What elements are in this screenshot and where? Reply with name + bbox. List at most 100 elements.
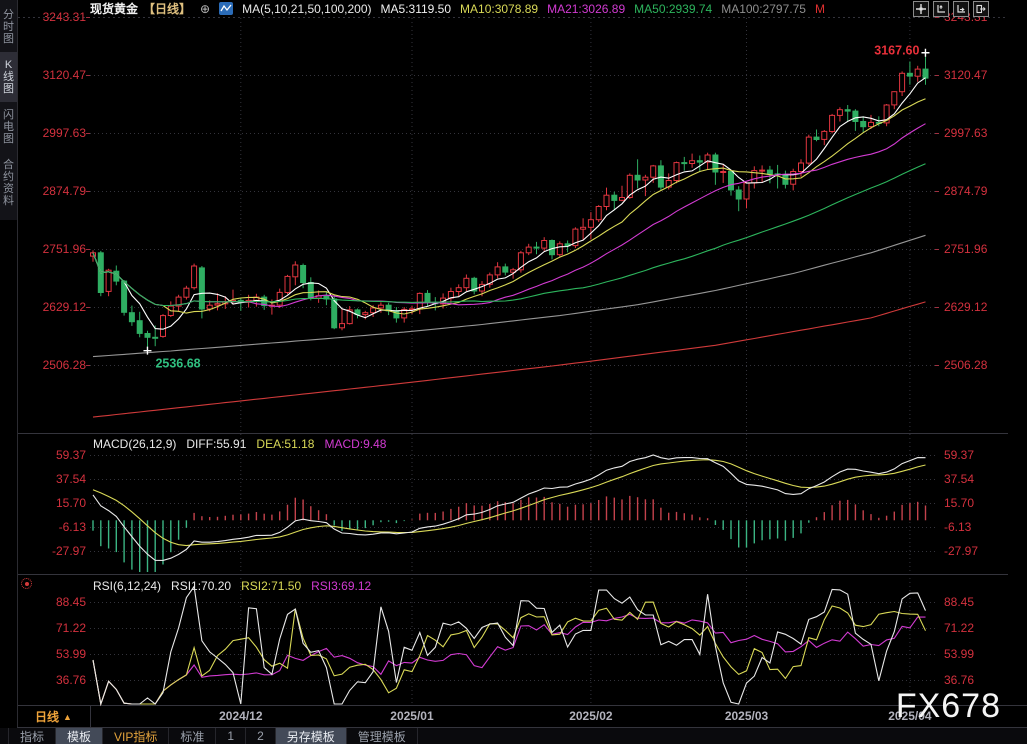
candlestick (301, 266, 306, 283)
ma-value: MA10:3078.89 (460, 2, 538, 16)
axis-tick-label: 88.45 (944, 595, 974, 609)
candlestick (503, 267, 508, 272)
collapse-pane-icon[interactable] (973, 1, 989, 17)
sidebar-item-tab[interactable]: 分时图 (0, 2, 17, 52)
sidebar-item-tab[interactable]: 合约资料 (0, 152, 17, 214)
candlestick (285, 276, 290, 292)
toolbar-tab[interactable]: 管理模板 (347, 728, 418, 744)
candlestick (837, 110, 842, 116)
axis-tick-label: -27.97 (944, 544, 978, 558)
toolbar-tab[interactable]: 另存模板 (276, 728, 347, 744)
candlestick (690, 161, 695, 164)
axis-tick-label: 71.22 (56, 621, 86, 635)
axis-tick-label: 2874.79 (43, 184, 87, 198)
axis-tick-label: 59.37 (56, 448, 86, 462)
high-price-annotation: 3167.60 (874, 44, 919, 58)
axis-tick-label: 3120.47 (944, 68, 988, 82)
candlestick (767, 170, 772, 174)
candlestick (596, 207, 601, 220)
toolbar-tab[interactable]: 2 (246, 728, 276, 744)
macd-macd-value: MACD:9.48 (324, 437, 386, 451)
ma-value: MA21:3026.89 (547, 2, 625, 16)
axis-tick-label: 2751.96 (944, 242, 988, 256)
candlestick (900, 73, 905, 91)
candlestick (620, 198, 625, 201)
candlestick (340, 324, 345, 328)
ma-value: MA5:3119.50 (381, 2, 452, 16)
candlestick (729, 172, 734, 190)
candlestick (184, 288, 189, 297)
axis-tick-label: 2751.96 (43, 242, 87, 256)
axis-tick-label: -6.13 (944, 520, 972, 534)
candlestick (674, 163, 679, 181)
instrument-period: 【日线】 (143, 0, 191, 17)
candlestick (199, 268, 204, 309)
chart-canvas[interactable]: 3243.313243.313120.473120.472997.632997.… (0, 0, 1027, 744)
toolbar-tab[interactable]: 标准 (169, 728, 216, 744)
x-axis-scale-icon[interactable] (953, 1, 969, 17)
candlestick (145, 334, 150, 338)
candlestick (635, 175, 640, 180)
macd-panel-header: MACD(26,12,9) DIFF:55.91 DEA:51.18 MACD:… (93, 437, 386, 451)
toolbar-tab[interactable]: 1 (216, 728, 246, 744)
date-axis-label: 2025/03 (725, 709, 768, 723)
axis-tick-label: 53.99 (944, 647, 974, 661)
topbar-tools (913, 1, 989, 17)
axis-tick-label: 36.76 (944, 673, 974, 687)
candlestick (744, 183, 749, 199)
date-axis-label: 2024/12 (219, 709, 262, 723)
candlestick (394, 311, 399, 318)
candlestick (215, 304, 220, 305)
candlestick (534, 247, 539, 248)
date-axis-label: 2025/01 (390, 709, 433, 723)
chart-type-sidebar: 分时图K线图闪电图合约资料 (0, 0, 17, 744)
candlestick (853, 111, 858, 121)
axis-tick-label: 2997.63 (43, 126, 87, 140)
rsi-settings-icon[interactable] (21, 578, 32, 589)
move-crosshair-icon[interactable] (913, 1, 929, 17)
candlestick (651, 166, 656, 177)
candlestick (308, 283, 313, 299)
axis-tick-label: 37.54 (944, 472, 974, 486)
axis-tick-label: 88.45 (56, 595, 86, 609)
sidebar-item-tab[interactable]: 闪电图 (0, 102, 17, 152)
toolbar-tab[interactable]: 指标 (8, 728, 56, 744)
candlestick (604, 195, 609, 206)
candlestick (542, 241, 547, 249)
candlestick (106, 270, 111, 291)
candlestick (923, 69, 928, 78)
date-axis-label: 2025/02 (569, 709, 612, 723)
candlestick (907, 73, 912, 76)
period-label: 日线 (35, 708, 59, 725)
rsi-name: RSI(6,12,24) (93, 579, 161, 593)
axis-tick-label: 2629.12 (944, 300, 988, 314)
candlestick (721, 172, 726, 173)
axis-tick-label: 2506.28 (944, 358, 988, 372)
macd-dea-value: DEA:51.18 (256, 437, 314, 451)
axis-tick-label: 3120.47 (43, 68, 87, 82)
y-axis-scale-icon[interactable] (933, 1, 949, 17)
toolbar-tab[interactable]: 模板 (56, 728, 103, 744)
watermark-logo: FX678 (896, 687, 1001, 726)
axis-tick-label: 15.70 (944, 496, 974, 510)
ma-settings-label: MA(5,10,21,50,100,200) (242, 2, 371, 16)
rsi-panel-header: RSI(6,12,24) RSI1:70.20 RSI2:71.50 RSI3:… (93, 579, 371, 593)
rsi2-value: RSI2:71.50 (241, 579, 301, 593)
indicator-thumbnail-icon[interactable] (219, 2, 233, 15)
rsi3-value: RSI3:69.12 (311, 579, 371, 593)
add-compare-icon[interactable]: ⊕ (200, 2, 210, 16)
candlestick (736, 190, 741, 199)
candlestick (822, 131, 827, 139)
sidebar-item-selected[interactable]: K线图 (0, 52, 17, 102)
toolbar-tab[interactable]: VIP指标 (103, 728, 169, 744)
axis-tick-label: 37.54 (56, 472, 86, 486)
candlestick (581, 227, 586, 229)
period-selector[interactable]: 日线 ▲ (17, 706, 91, 727)
candlestick (161, 316, 166, 337)
time-axis: 日线 ▲ 2024/122025/012025/022025/032025/04 (0, 706, 1027, 727)
candlestick (464, 278, 469, 287)
candlestick (378, 305, 383, 308)
candlestick (658, 166, 663, 187)
axis-tick-label: 2629.12 (43, 300, 87, 314)
trading-app-window: 3243.313243.313120.473120.472997.632997.… (0, 0, 1027, 744)
